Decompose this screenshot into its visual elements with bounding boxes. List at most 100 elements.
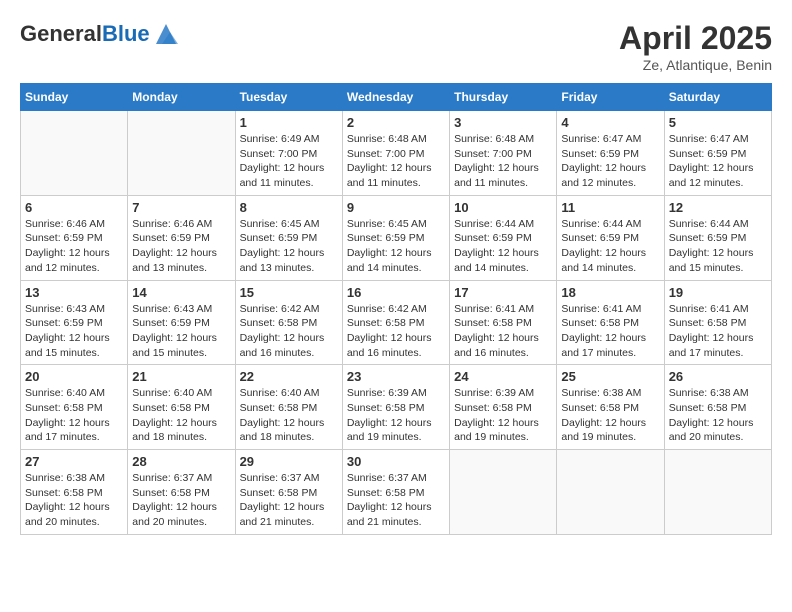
day-number: 18 bbox=[561, 285, 659, 300]
calendar-cell bbox=[128, 111, 235, 196]
day-number: 6 bbox=[25, 200, 123, 215]
title-section: April 2025 Ze, Atlantique, Benin bbox=[619, 20, 772, 73]
calendar-cell: 27 Sunrise: 6:38 AM Sunset: 6:58 PM Dayli… bbox=[21, 450, 128, 535]
day-info: Sunrise: 6:39 AM Sunset: 6:58 PM Dayligh… bbox=[347, 386, 445, 445]
calendar-header-row: SundayMondayTuesdayWednesdayThursdayFrid… bbox=[21, 84, 772, 111]
calendar-cell: 21 Sunrise: 6:40 AM Sunset: 6:58 PM Dayli… bbox=[128, 365, 235, 450]
calendar-week-3: 13 Sunrise: 6:43 AM Sunset: 6:59 PM Dayli… bbox=[21, 280, 772, 365]
calendar-cell: 26 Sunrise: 6:38 AM Sunset: 6:58 PM Dayli… bbox=[664, 365, 771, 450]
calendar-table: SundayMondayTuesdayWednesdayThursdayFrid… bbox=[20, 83, 772, 535]
day-number: 23 bbox=[347, 369, 445, 384]
calendar-cell: 14 Sunrise: 6:43 AM Sunset: 6:59 PM Dayli… bbox=[128, 280, 235, 365]
calendar-cell: 17 Sunrise: 6:41 AM Sunset: 6:58 PM Dayli… bbox=[450, 280, 557, 365]
calendar-cell bbox=[21, 111, 128, 196]
day-number: 16 bbox=[347, 285, 445, 300]
calendar-cell: 20Sunrise: 6:40 AM Sunset: 6:58 PM Dayli… bbox=[21, 365, 128, 450]
calendar-cell: 7 Sunrise: 6:46 AM Sunset: 6:59 PM Daylig… bbox=[128, 195, 235, 280]
calendar-cell: 19 Sunrise: 6:41 AM Sunset: 6:58 PM Dayli… bbox=[664, 280, 771, 365]
day-info: Sunrise: 6:44 AM Sunset: 6:59 PM Dayligh… bbox=[561, 217, 659, 276]
day-number: 30 bbox=[347, 454, 445, 469]
calendar-cell: 22Sunrise: 6:40 AM Sunset: 6:58 PM Dayli… bbox=[235, 365, 342, 450]
day-number: 27 bbox=[25, 454, 123, 469]
calendar-cell: 2 Sunrise: 6:48 AM Sunset: 7:00 PM Daylig… bbox=[342, 111, 449, 196]
calendar-cell: 15 Sunrise: 6:42 AM Sunset: 6:58 PM Dayli… bbox=[235, 280, 342, 365]
day-info: Sunrise: 6:48 AM Sunset: 7:00 PM Dayligh… bbox=[347, 132, 445, 191]
day-number: 2 bbox=[347, 115, 445, 130]
calendar-cell bbox=[557, 450, 664, 535]
calendar-cell: 1 Sunrise: 6:49 AM Sunset: 7:00 PM Daylig… bbox=[235, 111, 342, 196]
day-info: Sunrise: 6:38 AM Sunset: 6:58 PM Dayligh… bbox=[561, 386, 659, 445]
month-title: April 2025 bbox=[619, 20, 772, 57]
day-number: 21 bbox=[132, 369, 230, 384]
calendar-week-5: 27 Sunrise: 6:38 AM Sunset: 6:58 PM Dayli… bbox=[21, 450, 772, 535]
day-info: Sunrise: 6:41 AM Sunset: 6:58 PM Dayligh… bbox=[454, 302, 552, 361]
day-info: Sunrise: 6:38 AM Sunset: 6:58 PM Dayligh… bbox=[25, 471, 123, 530]
calendar-cell: 5 Sunrise: 6:47 AM Sunset: 6:59 PM Daylig… bbox=[664, 111, 771, 196]
day-info: Sunrise: 6:45 AM Sunset: 6:59 PM Dayligh… bbox=[240, 217, 338, 276]
day-number: 24 bbox=[454, 369, 552, 384]
day-number: 3 bbox=[454, 115, 552, 130]
day-number: 7 bbox=[132, 200, 230, 215]
day-header-monday: Monday bbox=[128, 84, 235, 111]
calendar-cell: 24 Sunrise: 6:39 AM Sunset: 6:58 PM Dayli… bbox=[450, 365, 557, 450]
calendar-cell: 6 Sunrise: 6:46 AM Sunset: 6:59 PM Daylig… bbox=[21, 195, 128, 280]
calendar-cell: 10 Sunrise: 6:44 AM Sunset: 6:59 PM Dayli… bbox=[450, 195, 557, 280]
day-info: Sunrise: 6:37 AM Sunset: 6:58 PM Dayligh… bbox=[132, 471, 230, 530]
day-number: 15 bbox=[240, 285, 338, 300]
calendar-cell bbox=[450, 450, 557, 535]
day-header-tuesday: Tuesday bbox=[235, 84, 342, 111]
day-info: Sunrise: 6:42 AM Sunset: 6:58 PM Dayligh… bbox=[347, 302, 445, 361]
calendar-cell: 29Sunrise: 6:37 AM Sunset: 6:58 PM Dayli… bbox=[235, 450, 342, 535]
calendar-cell: 3 Sunrise: 6:48 AM Sunset: 7:00 PM Daylig… bbox=[450, 111, 557, 196]
day-header-saturday: Saturday bbox=[664, 84, 771, 111]
day-info: Sunrise: 6:46 AM Sunset: 6:59 PM Dayligh… bbox=[25, 217, 123, 276]
logo-blue-text: Blue bbox=[102, 21, 150, 46]
day-header-wednesday: Wednesday bbox=[342, 84, 449, 111]
day-info: Sunrise: 6:38 AM Sunset: 6:58 PM Dayligh… bbox=[669, 386, 767, 445]
day-number: 10 bbox=[454, 200, 552, 215]
calendar-cell: 23 Sunrise: 6:39 AM Sunset: 6:58 PM Dayli… bbox=[342, 365, 449, 450]
day-info: Sunrise: 6:40 AM Sunset: 6:58 PM Dayligh… bbox=[132, 386, 230, 445]
calendar-cell: 16 Sunrise: 6:42 AM Sunset: 6:58 PM Dayli… bbox=[342, 280, 449, 365]
day-info: Sunrise: 6:49 AM Sunset: 7:00 PM Dayligh… bbox=[240, 132, 338, 191]
day-info: Sunrise: 6:47 AM Sunset: 6:59 PM Dayligh… bbox=[669, 132, 767, 191]
day-header-sunday: Sunday bbox=[21, 84, 128, 111]
calendar-cell: 18 Sunrise: 6:41 AM Sunset: 6:58 PM Dayli… bbox=[557, 280, 664, 365]
calendar-cell: 13 Sunrise: 6:43 AM Sunset: 6:59 PM Dayli… bbox=[21, 280, 128, 365]
day-number: 13 bbox=[25, 285, 123, 300]
calendar-cell: 30Sunrise: 6:37 AM Sunset: 6:58 PM Dayli… bbox=[342, 450, 449, 535]
day-info: Sunrise: 6:43 AM Sunset: 6:59 PM Dayligh… bbox=[132, 302, 230, 361]
day-number: 20 bbox=[25, 369, 123, 384]
day-info: Sunrise: 6:41 AM Sunset: 6:58 PM Dayligh… bbox=[669, 302, 767, 361]
day-number: 26 bbox=[669, 369, 767, 384]
logo-general-text: General bbox=[20, 21, 102, 46]
day-number: 19 bbox=[669, 285, 767, 300]
day-number: 5 bbox=[669, 115, 767, 130]
day-info: Sunrise: 6:39 AM Sunset: 6:58 PM Dayligh… bbox=[454, 386, 552, 445]
day-info: Sunrise: 6:37 AM Sunset: 6:58 PM Dayligh… bbox=[240, 471, 338, 530]
calendar-cell: 25 Sunrise: 6:38 AM Sunset: 6:58 PM Dayli… bbox=[557, 365, 664, 450]
day-number: 22 bbox=[240, 369, 338, 384]
day-number: 1 bbox=[240, 115, 338, 130]
day-number: 17 bbox=[454, 285, 552, 300]
day-number: 8 bbox=[240, 200, 338, 215]
day-info: Sunrise: 6:44 AM Sunset: 6:59 PM Dayligh… bbox=[454, 217, 552, 276]
calendar-week-4: 20 Sunrise: 6:40 AM Sunset: 6:58 PM Dayli… bbox=[21, 365, 772, 450]
day-info: Sunrise: 6:46 AM Sunset: 6:59 PM Dayligh… bbox=[132, 217, 230, 276]
day-number: 11 bbox=[561, 200, 659, 215]
day-number: 25 bbox=[561, 369, 659, 384]
day-number: 4 bbox=[561, 115, 659, 130]
day-header-friday: Friday bbox=[557, 84, 664, 111]
day-number: 14 bbox=[132, 285, 230, 300]
day-info: Sunrise: 6:43 AM Sunset: 6:59 PM Dayligh… bbox=[25, 302, 123, 361]
calendar-cell bbox=[664, 450, 771, 535]
day-header-thursday: Thursday bbox=[450, 84, 557, 111]
logo-icon bbox=[152, 20, 180, 48]
page-header: GeneralBlue April 2025 Ze, Atlantique, B… bbox=[20, 20, 772, 73]
day-info: Sunrise: 6:48 AM Sunset: 7:00 PM Dayligh… bbox=[454, 132, 552, 191]
day-info: Sunrise: 6:42 AM Sunset: 6:58 PM Dayligh… bbox=[240, 302, 338, 361]
calendar-cell: 11 Sunrise: 6:44 AM Sunset: 6:59 PM Dayli… bbox=[557, 195, 664, 280]
day-info: Sunrise: 6:41 AM Sunset: 6:58 PM Dayligh… bbox=[561, 302, 659, 361]
calendar-cell: 4Sunrise: 6:47 AM Sunset: 6:59 PM Daylig… bbox=[557, 111, 664, 196]
day-number: 28 bbox=[132, 454, 230, 469]
